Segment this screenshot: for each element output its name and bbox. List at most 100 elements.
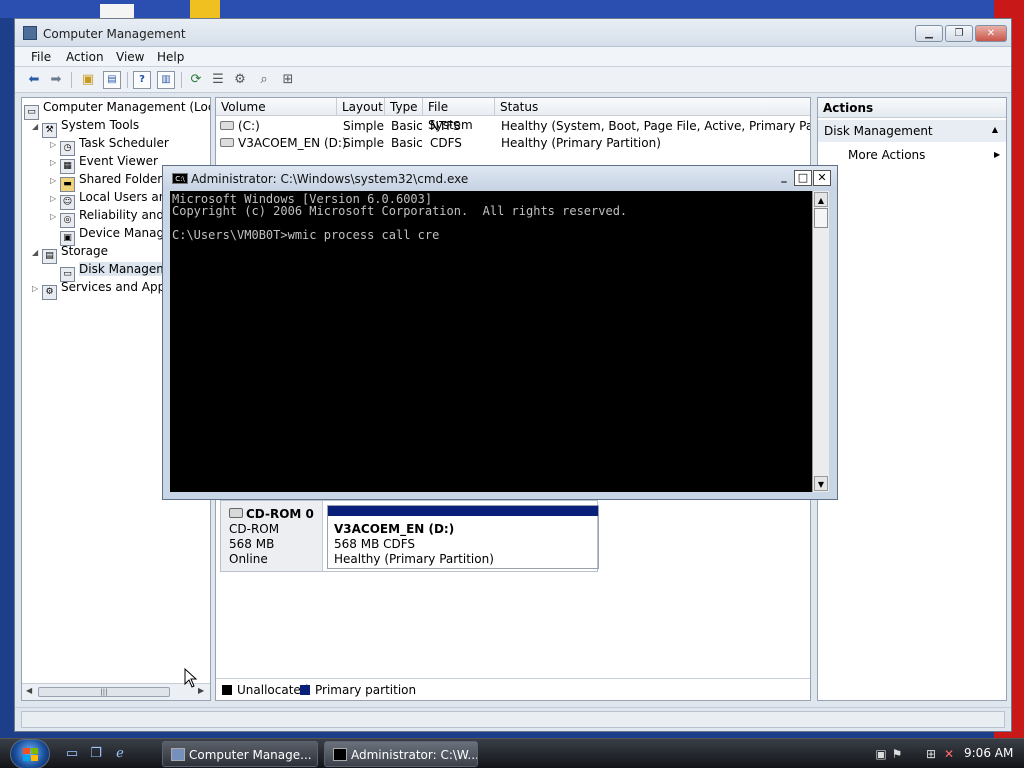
volume-row[interactable]: (C:) Simple Basic NTFS Healthy (System, … (216, 118, 810, 135)
menu-action[interactable]: Action (66, 50, 104, 64)
tree-item-storage[interactable]: ◢ ▤ Storage (32, 244, 108, 264)
properties-icon[interactable]: ☰ (209, 71, 227, 89)
task-computer-management[interactable]: Computer Manage... (162, 741, 318, 767)
more-actions-link[interactable]: More Actions (848, 148, 925, 162)
computer-management-icon (171, 748, 185, 761)
help-icon[interactable]: ? (133, 71, 151, 89)
computer-management-icon (23, 26, 37, 40)
actions-section-disk-management[interactable]: Disk Management ▲ (818, 120, 1006, 142)
column-status[interactable]: Status (495, 98, 810, 116)
drive-icon (220, 121, 234, 130)
collapse-icon[interactable]: ◢ (32, 248, 42, 257)
expand-icon[interactable]: ▷ (50, 140, 60, 149)
expand-icon[interactable]: ▷ (32, 284, 42, 293)
console-vertical-scrollbar[interactable]: ▲ ▼ (812, 191, 829, 492)
tree-item-device-manager[interactable]: ▣ Device Manag (50, 226, 164, 246)
window-title-bar[interactable]: Computer Management ▁ ❐ ✕ (15, 19, 1011, 47)
expand-icon[interactable]: ▷ (50, 194, 60, 203)
tree-horizontal-scrollbar[interactable]: ◀ ||| ▶ (22, 683, 210, 700)
cmd-minimize-button[interactable]: _ (775, 170, 793, 186)
refresh-icon[interactable]: ⟳ (187, 71, 205, 89)
menu-view[interactable]: View (116, 50, 144, 64)
clock[interactable]: 9:06 AM (964, 746, 1013, 760)
legend-label-unallocated: Unallocated (237, 683, 309, 697)
column-layout[interactable]: Layout (337, 98, 385, 116)
cd-drive-icon (220, 138, 234, 147)
task-command-prompt[interactable]: Administrator: C:\W... (324, 741, 478, 767)
internet-explorer-icon[interactable]: ℯ (112, 747, 128, 761)
console-line: Copyright (c) 2006 Microsoft Corporation… (172, 204, 628, 218)
tree-item-event-viewer[interactable]: ▷ ▦ Event Viewer (50, 154, 158, 174)
taskbar: ▭ ❐ ℯ Computer Manage... Administrator: … (0, 738, 1024, 768)
tree-item-disk-management[interactable]: ▭ Disk Managem (50, 262, 168, 282)
legend-label-primary: Primary partition (315, 683, 417, 697)
column-file-system[interactable]: File System (423, 98, 495, 132)
column-type[interactable]: Type (385, 98, 423, 116)
console-output[interactable]: Microsoft Windows [Version 6.0.6003] Copy… (170, 191, 812, 492)
status-bar (15, 707, 1011, 731)
disk-cdrom-0: CD-ROM 0 CD-ROM 568 MB Online V3ACOEM_EN… (220, 500, 599, 572)
toolbar-separator (181, 72, 182, 88)
scroll-down-icon[interactable]: ▼ (814, 476, 828, 491)
volume-list-header: Volume Layout Type File System Status (216, 98, 810, 132)
windows-logo-icon (23, 748, 39, 762)
window-title: Computer Management (43, 27, 186, 41)
rescan-disks-icon[interactable]: ⚙ (231, 71, 249, 89)
minimize-button[interactable]: ▁ (915, 25, 943, 42)
show-hide-tree-icon[interactable]: ▤ (103, 71, 121, 89)
collapse-icon[interactable]: ◢ (32, 122, 42, 131)
menu-file[interactable]: File (31, 50, 51, 64)
volume-muted-icon[interactable]: ✕ (942, 747, 956, 761)
desktop-background (0, 0, 1024, 18)
tree-item-task-scheduler[interactable]: ▷ ◷ Task Scheduler (50, 136, 169, 156)
tray-app-icon[interactable]: ⚑ (890, 747, 904, 761)
scrollbar-thumb[interactable] (814, 208, 828, 228)
network-icon[interactable]: ▣ (874, 747, 888, 761)
system-tray: ▣ ⚑ ⊞ ✕ 9:06 AM (866, 739, 1024, 768)
expand-icon[interactable]: ▷ (50, 158, 60, 167)
cmd-icon: C:\ (172, 173, 188, 184)
up-folder-icon[interactable]: ▣ (79, 71, 97, 89)
disk-properties-icon[interactable]: ⊞ (279, 71, 297, 89)
tree-item-local-users[interactable]: ▷ ☺ Local Users an (50, 190, 166, 210)
scroll-left-icon[interactable]: ◀ (26, 686, 32, 695)
menu-help[interactable]: Help (157, 50, 184, 64)
tree-item-computer-management[interactable]: ▭ Computer Management (Local (24, 100, 210, 120)
partition-legend: Unallocated Primary partition (216, 678, 810, 700)
submenu-arrow-icon: ▶ (994, 150, 1001, 159)
cmd-maximize-button[interactable]: □ (794, 170, 812, 186)
network-connection-icon[interactable]: ⊞ (924, 747, 938, 761)
tree-item-reliability[interactable]: ▷ ◎ Reliability and (50, 208, 164, 228)
cmd-title-bar[interactable]: C:\ Administrator: C:\Windows\system32\c… (163, 166, 837, 190)
scrollbar-thumb[interactable]: ||| (38, 687, 170, 697)
cmd-close-button[interactable]: ✕ (813, 170, 831, 186)
maximize-button[interactable]: ❐ (945, 25, 973, 42)
show-desktop-icon[interactable]: ▭ (64, 747, 80, 761)
scroll-up-icon[interactable]: ▲ (814, 192, 828, 207)
switch-windows-icon[interactable]: ❐ (88, 747, 104, 761)
close-button[interactable]: ✕ (975, 25, 1007, 42)
search-icon[interactable]: ⌕ (255, 71, 273, 89)
actions-header: Actions (818, 98, 1006, 118)
toolbar: ⬅ ➡ ▣ ▤ ? ▥ ⟳ ☰ ⚙ ⌕ ⊞ (15, 67, 1011, 93)
tree-item-system-tools[interactable]: ◢ ⚒ System Tools (32, 118, 139, 138)
column-volume[interactable]: Volume (216, 98, 337, 116)
scroll-right-icon[interactable]: ▶ (198, 686, 204, 695)
expand-icon[interactable]: ▷ (50, 176, 60, 185)
volume-row[interactable]: V3ACOEM_EN (D:) Simple Basic CDFS Health… (216, 135, 810, 152)
mouse-cursor-icon (184, 668, 198, 688)
cmd-icon (333, 748, 347, 761)
cmd-window-title: Administrator: C:\Windows\system32\cmd.e… (191, 172, 469, 186)
expand-icon[interactable]: ▷ (50, 212, 60, 221)
show-hide-action-pane-icon[interactable]: ▥ (157, 71, 175, 89)
legend-swatch-unallocated (222, 685, 232, 695)
forward-arrow-icon[interactable]: ➡ (47, 71, 65, 89)
tree-item-shared-folders[interactable]: ▷ ▬ Shared Folders (50, 172, 168, 192)
partition-d[interactable]: V3ACOEM_EN (D:) 568 MB CDFS Healthy (Pri… (327, 505, 599, 569)
services-icon: ⚙ (42, 285, 57, 300)
start-button[interactable] (10, 739, 50, 768)
tree-item-services-applications[interactable]: ▷ ⚙ Services and Appli (32, 280, 172, 300)
disk-label[interactable]: CD-ROM 0 CD-ROM 568 MB Online (221, 501, 323, 571)
back-arrow-icon[interactable]: ⬅ (25, 71, 43, 89)
collapse-arrow-icon[interactable]: ▲ (992, 125, 998, 134)
